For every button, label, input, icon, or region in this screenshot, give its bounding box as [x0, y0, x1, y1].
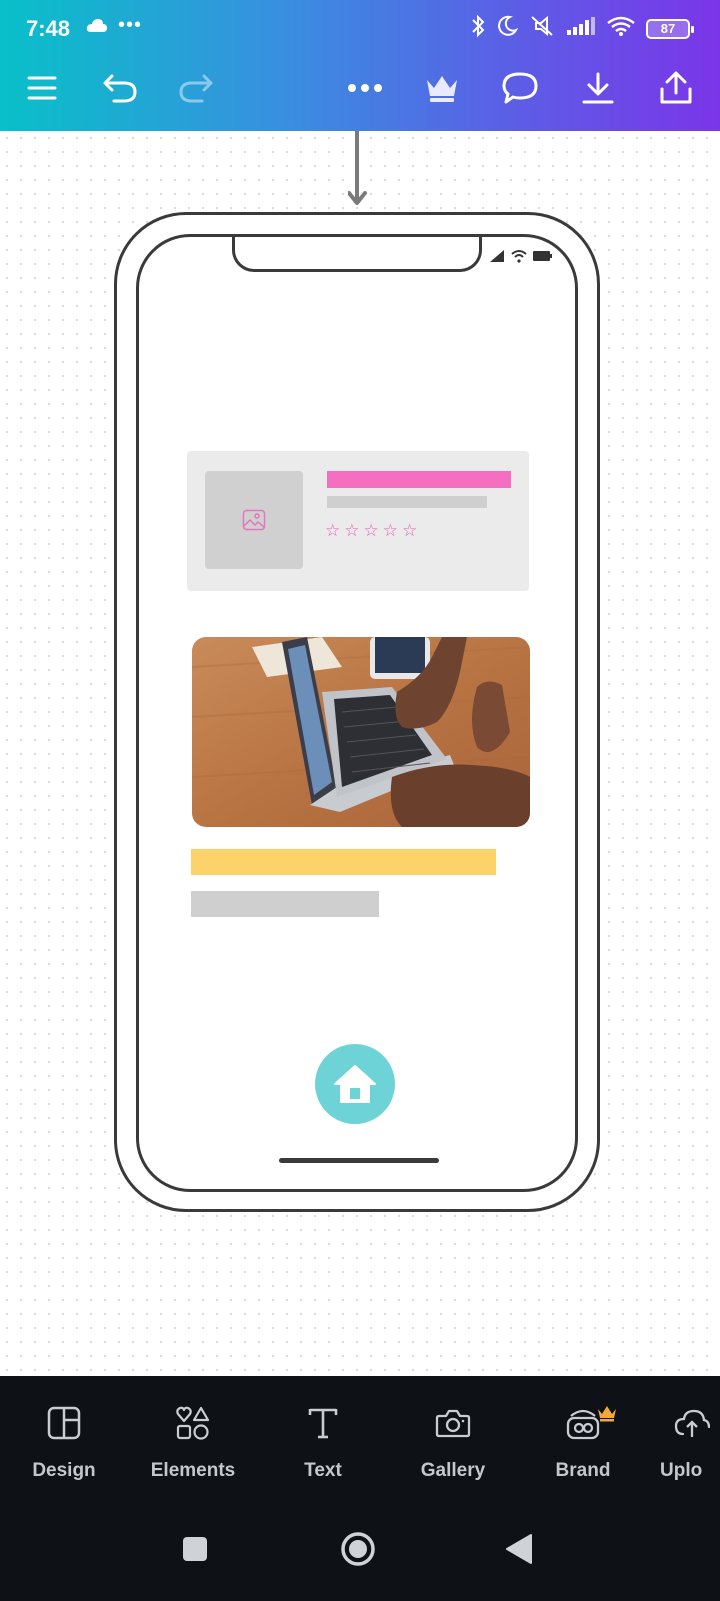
- star-icon: ☆: [402, 521, 418, 540]
- redo-icon[interactable]: [176, 68, 216, 108]
- wifi-icon: [606, 15, 636, 42]
- product-card[interactable]: ☆ ☆ ☆ ☆ ☆: [187, 451, 529, 591]
- menu-icon[interactable]: [22, 68, 62, 108]
- rating-stars: ☆ ☆ ☆ ☆ ☆: [325, 521, 417, 541]
- cloud-icon: [86, 18, 108, 39]
- system-navigation-bar: [0, 1510, 720, 1601]
- tool-label: Elements: [150, 1460, 236, 1481]
- image-icon: [242, 509, 266, 531]
- status-time: 7:48: [26, 16, 71, 41]
- phone-mockup-screen[interactable]: ☆ ☆ ☆ ☆ ☆: [136, 234, 578, 1192]
- battery-indicator: 87: [646, 18, 694, 39]
- camera-icon: [393, 1398, 513, 1448]
- crown-icon[interactable]: [422, 68, 462, 108]
- download-icon[interactable]: [578, 68, 618, 108]
- share-icon[interactable]: [656, 68, 696, 108]
- tool-label: Brand: [555, 1460, 611, 1481]
- heading-placeholder-bar: [191, 849, 496, 875]
- status-icons: 87: [470, 14, 694, 43]
- tool-label: Uplo: [660, 1460, 703, 1481]
- circle-icon[interactable]: [339, 1530, 377, 1573]
- title-placeholder-bar: [327, 471, 511, 488]
- star-icon: ☆: [344, 521, 360, 540]
- tool-design[interactable]: Design: [4, 1394, 124, 1482]
- arrow-down-icon: [347, 131, 368, 216]
- image-placeholder: [205, 471, 303, 569]
- signal-icon: [566, 16, 596, 41]
- tool-gallery[interactable]: Gallery: [393, 1394, 513, 1482]
- mute-icon: [528, 14, 556, 43]
- home-indicator: [279, 1158, 439, 1163]
- subtitle-placeholder-bar: [327, 496, 487, 508]
- mockup-status-icons: [489, 249, 553, 263]
- text-placeholder-bar: [191, 891, 379, 917]
- star-icon: ☆: [382, 521, 398, 540]
- moon-icon: [496, 15, 519, 42]
- star-icon: ☆: [363, 521, 379, 540]
- laptop-photo[interactable]: [192, 637, 530, 827]
- comment-icon[interactable]: [500, 68, 540, 108]
- text-icon: [263, 1398, 383, 1448]
- shapes-icon: [133, 1398, 253, 1448]
- home-icon: [334, 1065, 376, 1103]
- triangle-back-icon[interactable]: [505, 1533, 533, 1570]
- more-icon[interactable]: [345, 68, 385, 108]
- tool-label: Gallery: [420, 1460, 486, 1481]
- layout-icon: [4, 1398, 124, 1448]
- tool-label: Text: [304, 1460, 342, 1481]
- square-icon[interactable]: [181, 1535, 209, 1568]
- tool-elements[interactable]: Elements: [133, 1394, 253, 1482]
- upload-icon: [674, 1398, 720, 1448]
- status-more-dots: •••: [118, 14, 143, 36]
- tool-brand[interactable]: Brand: [523, 1394, 643, 1482]
- tool-label: Design: [32, 1460, 96, 1481]
- home-button[interactable]: [315, 1044, 395, 1124]
- premium-crown-icon: [596, 1404, 618, 1427]
- tool-text[interactable]: Text: [263, 1394, 383, 1482]
- brand-icon: [523, 1398, 643, 1448]
- phone-notch: [232, 237, 482, 272]
- star-icon: ☆: [325, 521, 341, 540]
- bluetooth-icon: [470, 14, 486, 43]
- tool-uploads[interactable]: Uplo: [652, 1394, 720, 1482]
- top-bar: 7:48 ••• 87: [0, 0, 720, 131]
- undo-icon[interactable]: [100, 68, 140, 108]
